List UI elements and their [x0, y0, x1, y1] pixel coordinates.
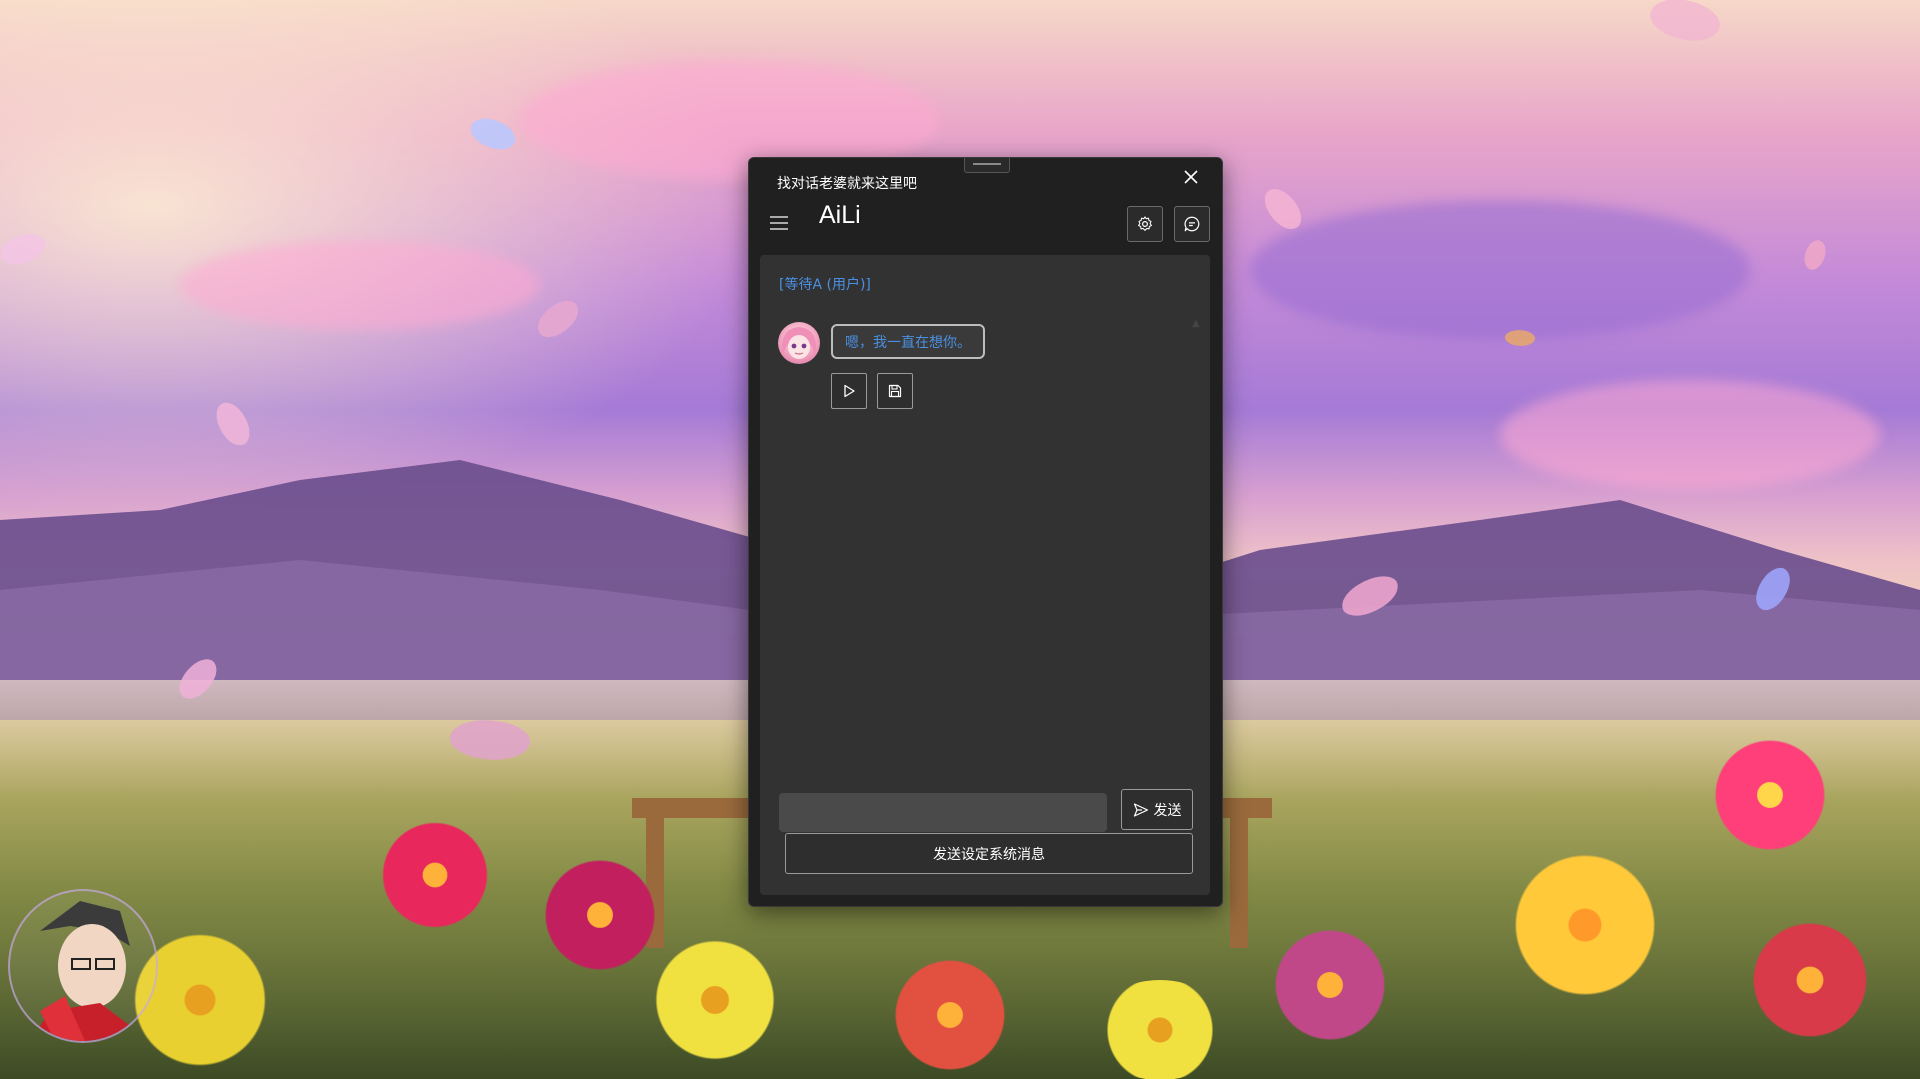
user-status-tag: [等待A (用户)] [779, 277, 871, 293]
window-title: 找对话老婆就来这里吧 [777, 176, 917, 192]
drag-handle[interactable] [964, 158, 1010, 173]
menu-button[interactable] [765, 209, 793, 237]
chat-panel: [等待A (用户)] ▲ 嗯，我一直在想你。 发送 发送设定系统消息 [760, 255, 1210, 895]
save-icon [888, 384, 902, 398]
flower [370, 820, 500, 930]
flower [1740, 920, 1880, 1040]
close-button[interactable] [1171, 162, 1211, 192]
send-system-message-button[interactable]: 发送设定系统消息 [785, 833, 1193, 874]
play-audio-button[interactable] [831, 373, 867, 409]
bench-leg [1230, 818, 1248, 948]
flower [1700, 740, 1840, 850]
petal [1645, 0, 1725, 51]
save-message-button[interactable] [877, 373, 913, 409]
flower [530, 860, 670, 970]
profile-avatar [8, 889, 158, 1043]
app-title: AiLi [819, 201, 861, 229]
assistant-message-bubble: 嗯，我一直在想你。 [831, 324, 985, 359]
flower [1090, 980, 1230, 1079]
close-icon [1184, 170, 1198, 184]
scroll-up-icon[interactable]: ▲ [1192, 318, 1200, 329]
flower [640, 940, 790, 1060]
hamburger-icon [770, 216, 788, 230]
flower [1260, 930, 1400, 1040]
cloud [1250, 200, 1750, 340]
petal [1798, 237, 1832, 273]
play-icon [844, 384, 855, 398]
cloud [180, 240, 540, 330]
gear-icon [1138, 216, 1152, 231]
message-input[interactable] [779, 793, 1107, 832]
settings-button[interactable] [1127, 206, 1163, 242]
send-icon [1133, 802, 1148, 817]
flower [1500, 850, 1670, 1000]
chat-history-button[interactable] [1174, 206, 1210, 242]
flower [880, 960, 1020, 1070]
anime-girl-avatar [778, 322, 820, 364]
send-label: 发送 [1153, 802, 1182, 819]
chat-bubble-icon [1184, 216, 1200, 232]
send-button[interactable]: 发送 [1121, 789, 1193, 830]
chat-window: 找对话老婆就来这里吧 AiLi [等待A (用户)] ▲ 嗯，我一直在想你。 发… [748, 157, 1223, 907]
